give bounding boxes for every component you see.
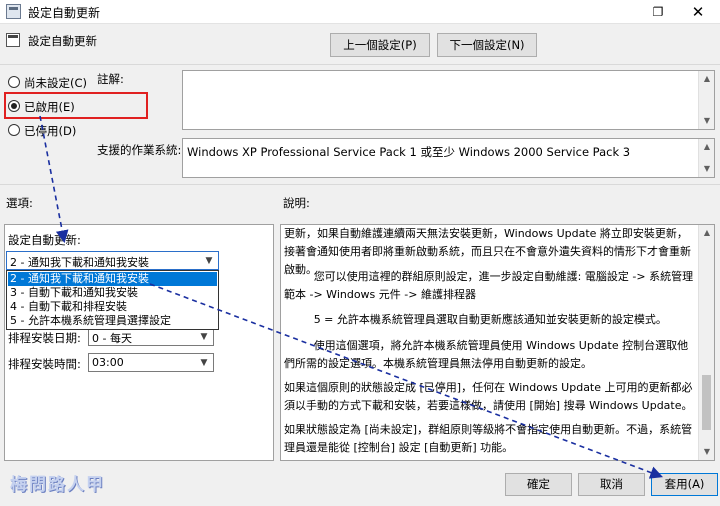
comment-scrollbar[interactable]: ▲ ▼ bbox=[698, 71, 714, 129]
scroll-up-icon[interactable]: ▲ bbox=[699, 225, 714, 241]
chevron-down-icon[interactable]: ▼ bbox=[202, 252, 216, 269]
chevron-down-icon[interactable]: ▼ bbox=[197, 330, 211, 345]
scroll-up-icon[interactable]: ▲ bbox=[699, 139, 715, 155]
watermark: 梅問路人甲 bbox=[10, 475, 105, 495]
configure-updates-label: 設定自動更新: bbox=[8, 233, 81, 247]
cancel-button[interactable]: 取消 bbox=[578, 473, 645, 496]
dropdown-value: 2 - 通知我下載和通知我安裝 bbox=[10, 256, 149, 269]
close-icon[interactable]: ✕ bbox=[686, 1, 710, 23]
title-bar: 設定自動更新 ❐ ✕ bbox=[0, 0, 720, 24]
help-textbox[interactable]: 更新，如果自動維護連續兩天無法安裝更新，Windows Update 將立即安裝… bbox=[280, 224, 715, 461]
dropdown-option[interactable]: 5 - 允許本機系統管理員選擇設定 bbox=[8, 314, 217, 328]
restore-icon[interactable]: ❐ bbox=[648, 2, 668, 22]
configure-updates-dropdown[interactable]: 2 - 通知我下載和通知我安裝 ▼ bbox=[6, 251, 219, 270]
install-day-label: 排程安裝日期: bbox=[8, 331, 81, 345]
options-heading: 選項: bbox=[6, 196, 33, 210]
dropdown-option[interactable]: 4 - 自動下載和排程安裝 bbox=[8, 300, 217, 314]
window-title: 設定自動更新 bbox=[28, 6, 101, 20]
apply-button[interactable]: 套用(A) bbox=[651, 473, 718, 496]
help-scrollbar[interactable]: ▲ ▼ bbox=[698, 225, 714, 460]
supported-os-box: Windows XP Professional Service Pack 1 或… bbox=[182, 138, 715, 178]
comment-label: 註解: bbox=[97, 72, 124, 86]
supported-os-label: 支援的作業系統: bbox=[97, 143, 182, 157]
help-paragraph: 使用這個選項，將允許本機系統管理員使用 Windows Update 控制台選取… bbox=[284, 339, 689, 370]
ok-button[interactable]: 確定 bbox=[505, 473, 572, 496]
install-time-label: 排程安裝時間: bbox=[8, 357, 81, 371]
dropdown-value: 03:00 bbox=[92, 356, 124, 369]
highlight-box bbox=[4, 92, 148, 119]
dropdown-list[interactable]: 2 - 通知我下載和通知我安裝 3 - 自動下載和通知我安裝 4 - 自動下載和… bbox=[6, 270, 219, 330]
setting-title: 設定自動更新 bbox=[28, 34, 97, 48]
next-setting-button[interactable]: 下一個設定(N) bbox=[437, 33, 537, 57]
radio-circle[interactable] bbox=[8, 124, 20, 136]
radio-label: 已停用(D) bbox=[24, 124, 77, 138]
scroll-down-icon[interactable]: ▼ bbox=[699, 444, 714, 460]
comment-textarea[interactable]: ▲ ▼ bbox=[182, 70, 715, 130]
chevron-down-icon[interactable]: ▼ bbox=[197, 354, 211, 371]
dropdown-option[interactable]: 2 - 通知我下載和通知我安裝 bbox=[8, 272, 217, 286]
policy-icon bbox=[6, 4, 21, 19]
supported-os-value: Windows XP Professional Service Pack 1 或… bbox=[187, 145, 631, 159]
scroll-down-icon[interactable]: ▼ bbox=[699, 161, 715, 177]
help-paragraph: 您可以使用這裡的群組原則設定，進一步設定自動維護: 電腦設定 -> 系統管理範本… bbox=[284, 270, 694, 301]
dropdown-value: 0 - 每天 bbox=[92, 332, 132, 345]
divider bbox=[0, 184, 720, 185]
radio-label: 尚未設定(C) bbox=[24, 76, 88, 90]
scroll-up-icon[interactable]: ▲ bbox=[699, 71, 715, 87]
help-paragraph: 如果這個原則的狀態設定成 [已停用]，任何在 Windows Update 上可… bbox=[284, 381, 693, 412]
setting-icon bbox=[6, 33, 20, 47]
help-paragraph: 如果狀態設定為 [尚未設定]，群組原則等級將不會指定使用自動更新。不過，系統管理… bbox=[284, 423, 693, 454]
help-heading: 說明: bbox=[283, 196, 310, 210]
install-time-dropdown[interactable]: 03:00 ▼ bbox=[88, 353, 214, 372]
supported-os-scrollbar[interactable]: ▲ ▼ bbox=[698, 139, 714, 177]
scroll-down-icon[interactable]: ▼ bbox=[699, 113, 715, 129]
divider bbox=[0, 64, 720, 65]
previous-setting-button[interactable]: 上一個設定(P) bbox=[330, 33, 430, 57]
radio-circle[interactable] bbox=[8, 76, 20, 88]
help-paragraph: 5 = 允許本機系統管理員選取自動更新應該通知並安裝更新的設定模式。 bbox=[313, 313, 667, 326]
dropdown-option[interactable]: 3 - 自動下載和通知我安裝 bbox=[8, 286, 217, 300]
scroll-thumb[interactable] bbox=[702, 375, 711, 430]
